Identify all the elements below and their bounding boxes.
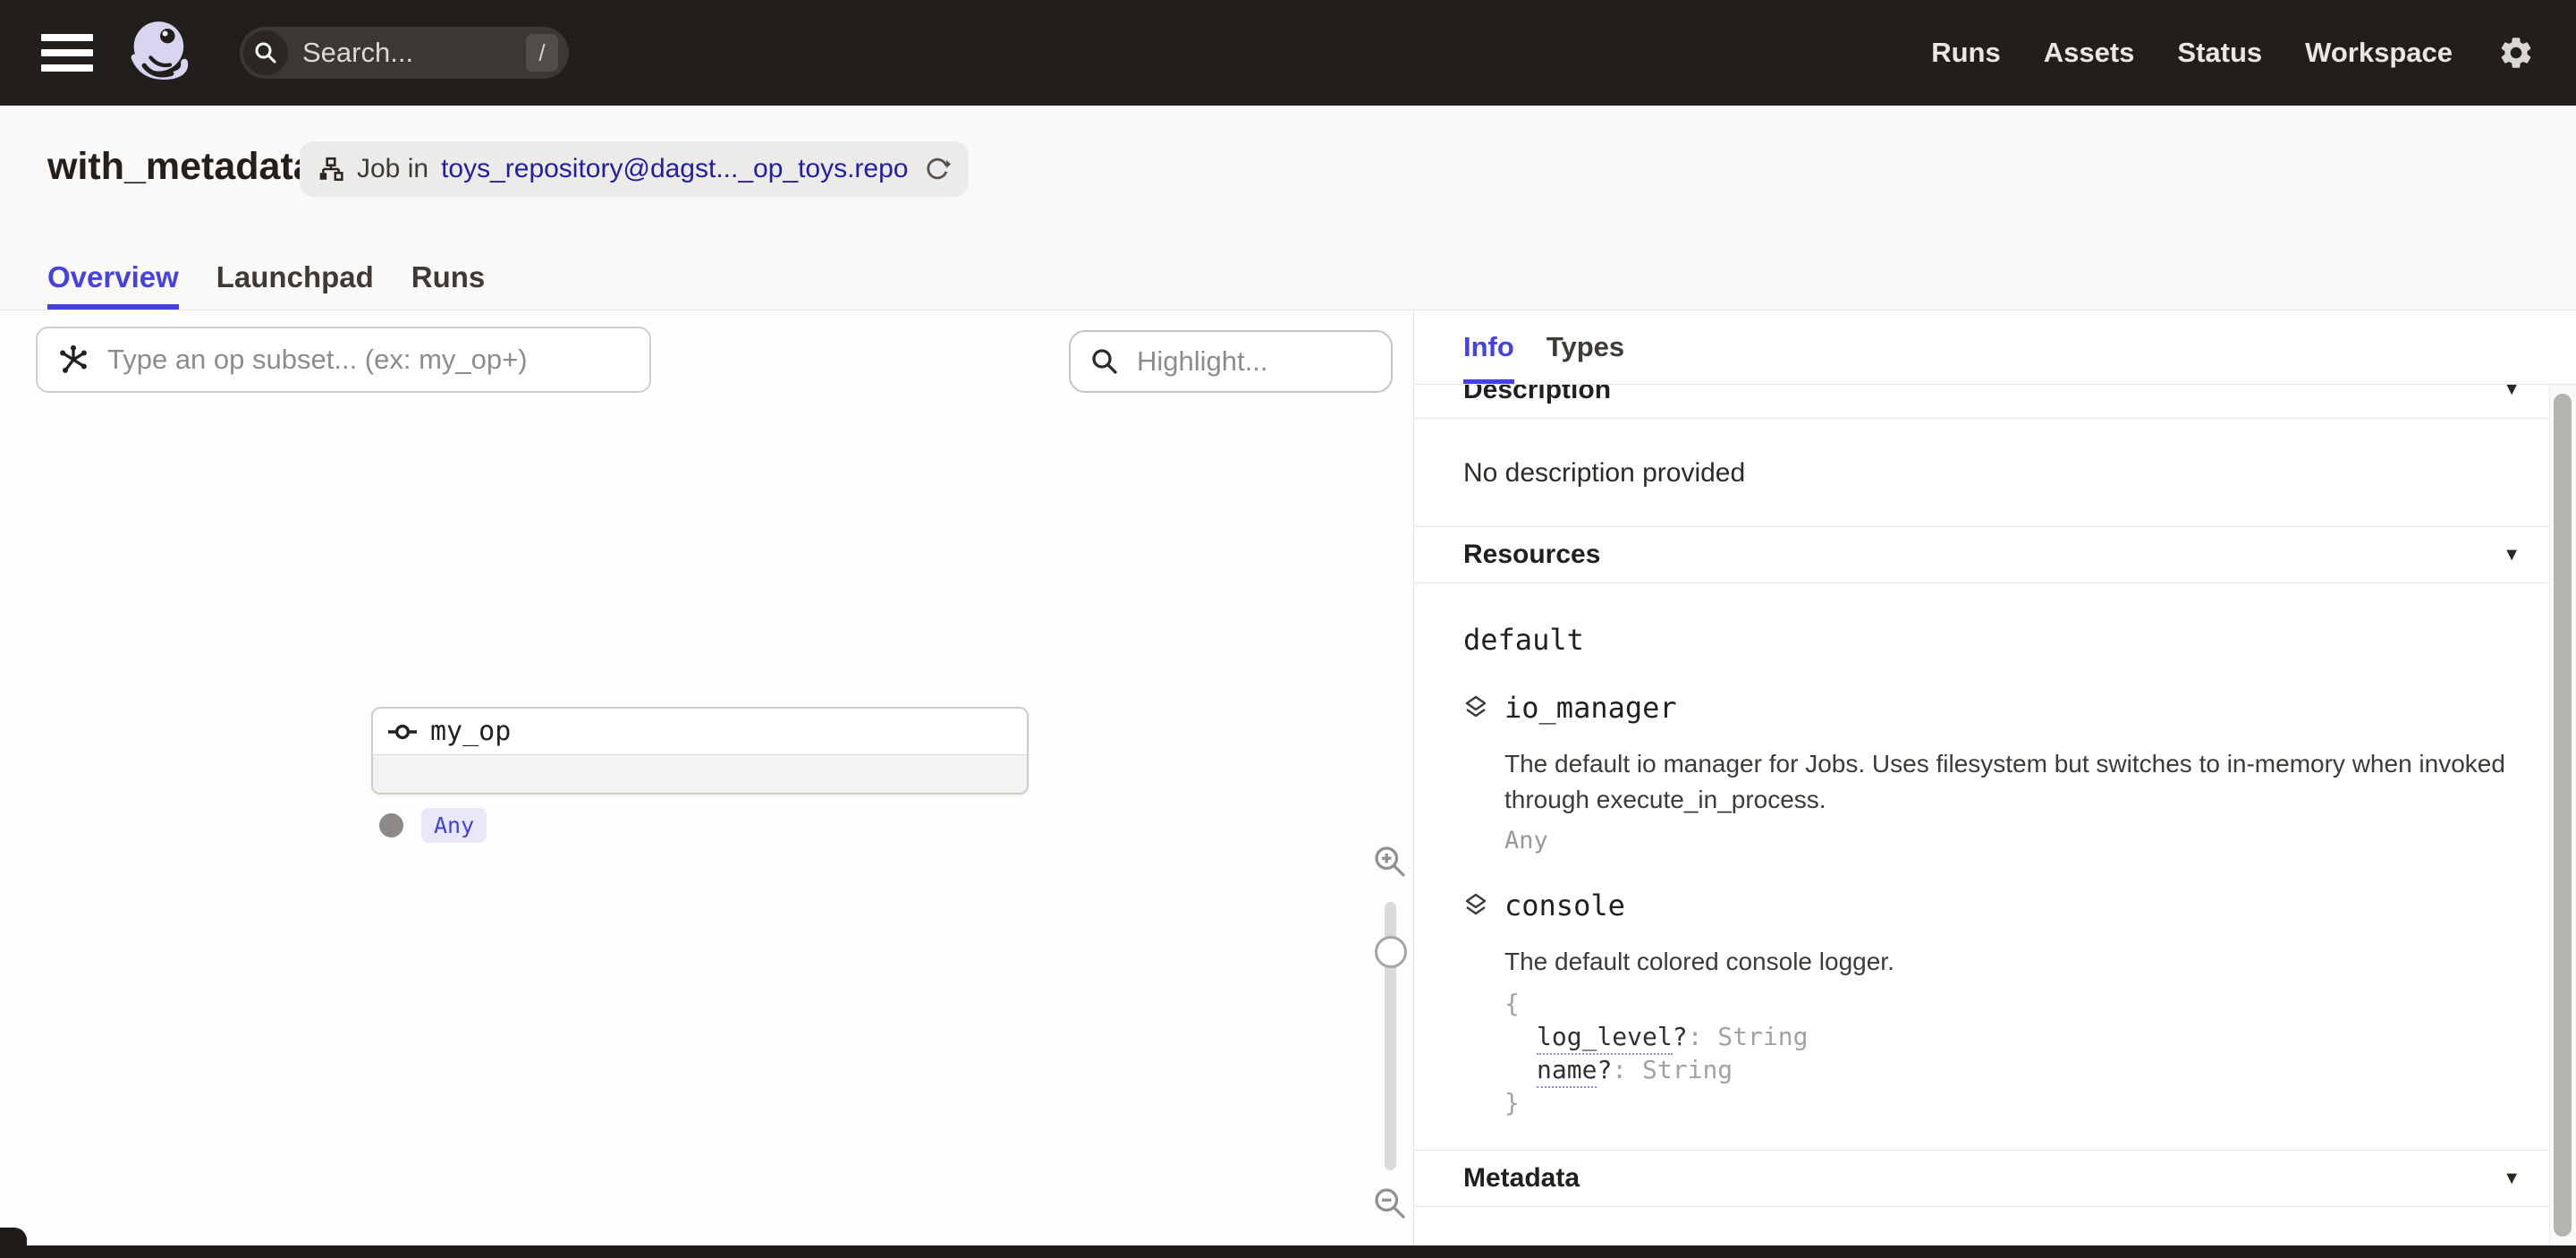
output-type-badge[interactable]: Any (421, 808, 487, 843)
op-node-body (373, 755, 1027, 793)
nav-link-workspace[interactable]: Workspace (2305, 37, 2453, 69)
panel-scroll-area[interactable]: Description ▼ No description provided Re… (1414, 385, 2576, 1245)
resource-layers-icon (1463, 892, 1488, 919)
resource-group-name: default (1463, 623, 2527, 657)
panel-tab-info[interactable]: Info (1463, 310, 1514, 384)
panel-tabs: Info Types (1414, 310, 2576, 385)
panel-scrollbar[interactable] (2549, 385, 2576, 1258)
repo-link[interactable]: toys_repository@dagst..._op_toys.repo (441, 154, 908, 184)
zoom-out-icon[interactable] (1371, 1185, 1409, 1222)
job-graph-icon (318, 156, 344, 183)
bottom-bar (0, 1245, 2576, 1258)
chevron-down-icon: ▼ (2503, 385, 2521, 400)
tab-overview[interactable]: Overview (47, 245, 179, 310)
nav-link-assets[interactable]: Assets (2044, 37, 2135, 69)
highlight-search-icon (1089, 345, 1121, 378)
zoom-in-icon[interactable] (1371, 843, 1409, 880)
op-icon (387, 721, 418, 743)
page-header: with_metadata Job in toys_repository@dag… (0, 106, 2576, 310)
nav-link-runs[interactable]: Runs (1931, 37, 2001, 69)
search-input[interactable] (288, 37, 526, 69)
config-field-name[interactable]: name (1537, 1055, 1597, 1088)
output-handle[interactable] (379, 813, 403, 837)
op-node-name: my_op (430, 716, 511, 747)
resource-type: Any (1504, 827, 2527, 854)
top-navbar: / Runs Assets Status Workspace (0, 0, 2576, 106)
tab-launchpad[interactable]: Launchpad (216, 245, 374, 310)
global-search[interactable]: / (240, 27, 569, 79)
dagster-logo-icon[interactable] (123, 14, 200, 91)
op-subset-input[interactable] (36, 327, 651, 393)
tab-runs[interactable]: Runs (411, 245, 486, 310)
panel-scrollbar-thumb[interactable] (2554, 394, 2572, 1237)
search-shortcut-key: / (526, 34, 558, 72)
resource-description: The default io manager for Jobs. Uses fi… (1504, 746, 2524, 818)
config-field-name[interactable]: log_level (1537, 1022, 1673, 1055)
nav-link-status[interactable]: Status (2177, 37, 2262, 69)
description-body: No description provided (1414, 419, 2576, 526)
zoom-slider-thumb[interactable] (1375, 936, 1407, 968)
settings-gear-icon[interactable] (2497, 34, 2535, 72)
panel-tab-types[interactable]: Types (1546, 310, 1624, 384)
section-header-metadata[interactable]: Metadata ▼ (1414, 1150, 2576, 1207)
op-node-my-op[interactable]: my_op (371, 707, 1029, 795)
resource-name: console (1504, 888, 1625, 922)
job-repo-badge: Job in toys_repository@dagst..._op_toys.… (300, 141, 969, 197)
resources-body: default io_manager The default io manage… (1414, 583, 2576, 1150)
resource-item-console: console The default colored console logg… (1463, 888, 2527, 1119)
chevron-down-icon: ▼ (2503, 1169, 2521, 1189)
info-panel: Info Types Description ▼ No description … (1413, 310, 2576, 1258)
chevron-down-icon: ▼ (2503, 545, 2521, 565)
page-tabs: Overview Launchpad Runs (47, 245, 485, 310)
page-title: with_metadata (47, 145, 315, 189)
description-title: Description (1463, 385, 1611, 405)
op-selector-icon (55, 342, 91, 378)
resource-layers-icon (1463, 694, 1488, 721)
hamburger-menu-icon[interactable] (41, 34, 93, 72)
graph-canvas[interactable]: my_op Any (0, 310, 1413, 1258)
job-badge-prefix: Job in (357, 154, 428, 184)
resource-item-io-manager: io_manager The default io manager for Jo… (1463, 691, 2527, 854)
config-schema: { log_level?: String name?: String } (1504, 987, 2527, 1119)
section-header-resources[interactable]: Resources ▼ (1414, 526, 2576, 583)
metadata-body: owner data team link https://dagster.io (1414, 1207, 2576, 1245)
resource-name: io_manager (1504, 691, 1677, 725)
metadata-title: Metadata (1463, 1163, 1580, 1194)
section-header-description[interactable]: Description ▼ (1414, 385, 2576, 419)
reload-repo-icon[interactable] (924, 156, 951, 183)
op-output: Any (379, 808, 487, 843)
resource-description: The default colored console logger. (1504, 944, 2524, 980)
search-icon (243, 30, 288, 75)
zoom-slider[interactable] (1385, 902, 1396, 1170)
resources-title: Resources (1463, 540, 1600, 570)
